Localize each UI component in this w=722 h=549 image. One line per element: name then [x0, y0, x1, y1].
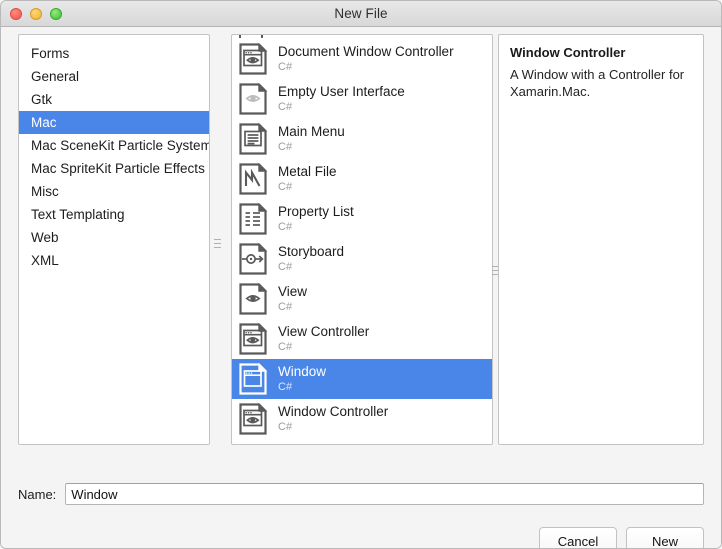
title-bar: New File — [1, 1, 721, 27]
template-item-name: Window Controller — [278, 403, 389, 419]
template-item-name: Property List — [278, 203, 354, 219]
window-controller-icon — [238, 402, 268, 436]
template-item-texts: Window C# — [278, 363, 327, 394]
template-item-language: C# — [278, 340, 293, 353]
template-item-texts: Metal File C# — [278, 163, 337, 194]
new-button[interactable]: New — [626, 527, 704, 548]
category-item[interactable]: Web — [19, 226, 209, 249]
template-item-texts: Storyboard C# — [278, 243, 345, 274]
template-item-name: View — [278, 283, 308, 299]
window-icon — [238, 362, 268, 396]
template-item-name: Metal File — [278, 163, 337, 179]
template-scroll-area[interactable]: Document Window Controller C# Empty User … — [232, 35, 492, 444]
template-item-name: Empty User Interface — [278, 83, 405, 99]
template-list-panel[interactable]: Document Window Controller C# Empty User … — [231, 34, 493, 445]
template-item-language: C# — [278, 60, 293, 73]
template-item-language: C# — [278, 380, 293, 393]
new-file-dialog: New File Forms General Gtk Mac Mac SceneKit … — [0, 0, 722, 549]
category-item[interactable]: Text Templating — [19, 203, 209, 226]
template-item-language: C# — [278, 180, 293, 193]
category-list-panel[interactable]: Forms General Gtk Mac Mac SceneKit Particle … — [18, 34, 210, 445]
category-item[interactable]: Mac — [19, 111, 209, 134]
template-list-item[interactable]: View C# — [232, 279, 492, 319]
traffic-light-group — [10, 1, 62, 26]
template-item-texts: Window Controller C# — [278, 403, 389, 434]
template-item-texts: Main Menu C# — [278, 123, 345, 154]
category-item[interactable]: General — [19, 65, 209, 88]
template-list-item[interactable]: Window Controller C# — [232, 399, 492, 439]
category-item[interactable]: Mac SpriteKit Particle Effects — [19, 157, 209, 180]
template-list-item[interactable]: Window C# — [232, 359, 492, 399]
minimize-button[interactable] — [30, 7, 42, 20]
view-controller-icon — [238, 322, 268, 356]
template-item-name: Window — [278, 363, 327, 379]
name-label: Name: — [18, 486, 57, 502]
category-item[interactable]: Mac SceneKit Particle Systems — [19, 134, 209, 157]
template-list-item[interactable]: Empty User Interface C# — [232, 79, 492, 119]
category-item[interactable]: XML — [19, 249, 209, 272]
template-item-language: C# — [278, 260, 293, 273]
template-item-texts: Document Window Controller C# — [278, 43, 454, 74]
category-list: Forms General Gtk Mac Mac SceneKit Particle … — [19, 35, 209, 272]
dialog-button-row: Cancel New — [539, 527, 704, 548]
detail-title: Window Controller — [510, 45, 626, 60]
document-window-controller-icon — [238, 42, 268, 76]
template-list-item[interactable]: Metal File C# — [232, 159, 492, 199]
panel-gap-left — [210, 34, 231, 445]
template-item-language: C# — [278, 100, 293, 113]
template-item-language: C# — [278, 220, 293, 233]
close-button[interactable] — [10, 7, 22, 20]
template-item-name: View Controller — [278, 323, 370, 339]
template-item-texts: Property List C# — [278, 203, 354, 234]
view-icon — [238, 282, 268, 316]
template-list-item[interactable]: Property List C# — [232, 199, 492, 239]
template-item-name: Document Window Controller — [278, 43, 454, 59]
maximize-button[interactable] — [50, 7, 62, 20]
template-details-panel: Window Controller A Window with a Contro… — [498, 34, 704, 445]
template-item-language: C# — [278, 420, 293, 433]
storyboard-icon — [238, 242, 268, 276]
category-item[interactable]: Gtk — [19, 88, 209, 111]
category-item[interactable]: Forms — [19, 42, 209, 65]
main-menu-icon — [238, 122, 268, 156]
category-item[interactable]: Misc — [19, 180, 209, 203]
panels-row: Forms General Gtk Mac Mac SceneKit Particle … — [18, 34, 704, 445]
template-item-language: C# — [278, 140, 293, 153]
template-item-texts: Empty User Interface C# — [278, 83, 405, 114]
name-input[interactable] — [65, 483, 704, 505]
template-item-texts: View C# — [278, 283, 308, 314]
metal-file-icon — [238, 162, 268, 196]
scrolled-off-item-peek — [238, 35, 264, 38]
empty-user-interface-icon — [238, 82, 268, 116]
template-item-name: Storyboard — [278, 243, 345, 259]
window-title: New File — [334, 6, 388, 21]
detail-description: A Window with a Controller for Xamarin.M… — [510, 67, 685, 100]
template-list-item[interactable]: Document Window Controller C# — [232, 39, 492, 79]
cancel-button[interactable]: Cancel — [539, 527, 617, 548]
template-list-item[interactable]: Storyboard C# — [232, 239, 492, 279]
template-list: Document Window Controller C# Empty User … — [232, 39, 492, 439]
dialog-body: Forms General Gtk Mac Mac SceneKit Particle … — [1, 27, 721, 548]
name-row: Name: — [18, 482, 704, 506]
property-list-icon — [238, 202, 268, 236]
template-item-language: C# — [278, 300, 293, 313]
template-item-name: Main Menu — [278, 123, 345, 139]
template-item-texts: View Controller C# — [278, 323, 370, 354]
template-list-item[interactable]: View Controller C# — [232, 319, 492, 359]
category-scroll-nub[interactable] — [214, 239, 221, 248]
template-list-item[interactable]: Main Menu C# — [232, 119, 492, 159]
